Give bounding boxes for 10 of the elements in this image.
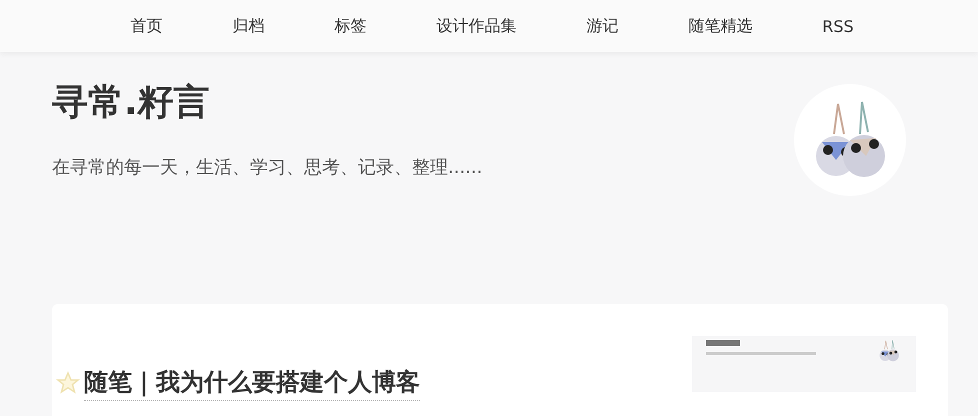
nav-link[interactable]: 游记 — [580, 16, 618, 36]
nav-link[interactable]: 设计作品集 — [430, 16, 516, 36]
post-title[interactable]: 随笔｜我为什么要搭建个人博客 — [84, 366, 420, 400]
blog-title: 寻常.籽言 — [52, 81, 211, 125]
nav-link[interactable]: 首页 — [124, 16, 162, 36]
nav-link[interactable]: 归档 — [226, 16, 264, 36]
blog-subtitle: 在寻常的每一天，生活、学习、思考、记录、整理...... — [52, 156, 482, 179]
nav-link[interactable]: 随笔精选 — [682, 16, 752, 36]
nav-link[interactable]: RSS — [816, 16, 854, 36]
nav-link[interactable]: 标签 — [328, 16, 366, 36]
